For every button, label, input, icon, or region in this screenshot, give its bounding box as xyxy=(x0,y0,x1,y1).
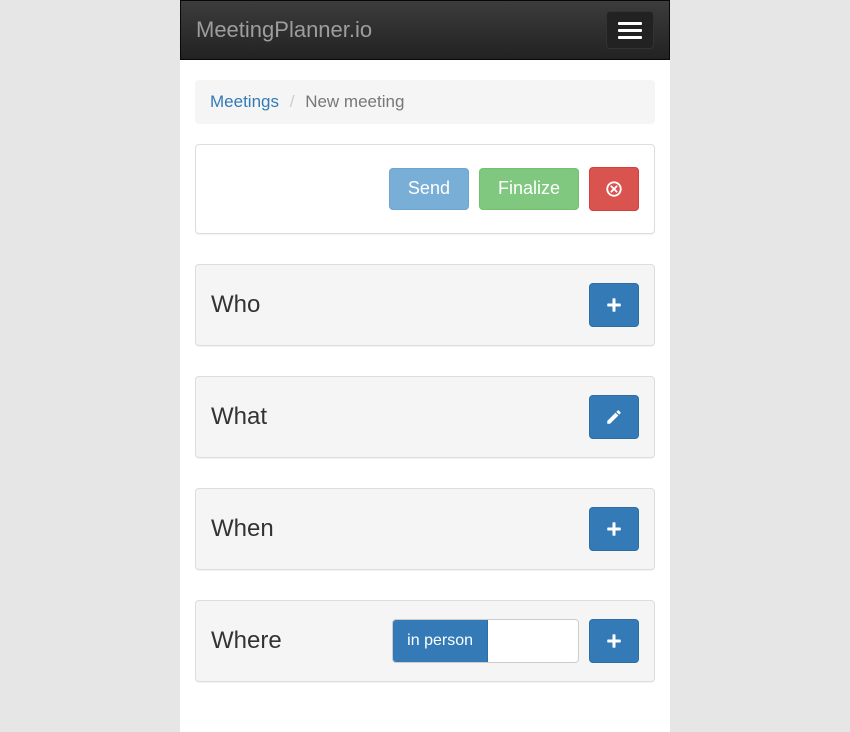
section-who-title: Who xyxy=(211,291,260,319)
section-what-title: What xyxy=(211,403,267,431)
cancel-button[interactable] xyxy=(589,167,639,211)
plus-icon xyxy=(605,632,623,650)
section-what: What xyxy=(195,376,655,458)
section-when-title: When xyxy=(211,515,274,543)
actions-panel: Send Finalize xyxy=(195,144,655,234)
nav-toggle-button[interactable] xyxy=(606,11,654,49)
app-window: MeetingPlanner.io Meetings / New meeting… xyxy=(180,0,670,732)
breadcrumb-separator: / xyxy=(284,92,301,111)
section-where: Where in person xyxy=(195,600,655,682)
add-when-button[interactable] xyxy=(589,507,639,551)
section-who: Who xyxy=(195,264,655,346)
app-brand[interactable]: MeetingPlanner.io xyxy=(196,11,372,49)
breadcrumb-current: New meeting xyxy=(305,92,404,111)
edit-what-button[interactable] xyxy=(589,395,639,439)
breadcrumb: Meetings / New meeting xyxy=(195,80,655,124)
send-button[interactable]: Send xyxy=(389,168,469,210)
cancel-circle-icon xyxy=(605,180,623,198)
where-mode-group: in person xyxy=(392,619,579,663)
plus-icon xyxy=(605,520,623,538)
content: Meetings / New meeting Send Finalize xyxy=(180,60,670,732)
plus-icon xyxy=(605,296,623,314)
section-where-title: Where xyxy=(211,627,282,655)
section-when: When xyxy=(195,488,655,570)
navbar: MeetingPlanner.io xyxy=(180,0,670,60)
breadcrumb-root-link[interactable]: Meetings xyxy=(210,92,279,111)
finalize-button[interactable]: Finalize xyxy=(479,168,579,210)
pencil-icon xyxy=(605,408,623,426)
hamburger-icon xyxy=(618,22,642,25)
add-who-button[interactable] xyxy=(589,283,639,327)
add-where-button[interactable] xyxy=(589,619,639,663)
where-mode-input[interactable] xyxy=(488,620,578,662)
where-mode-label[interactable]: in person xyxy=(393,620,488,662)
